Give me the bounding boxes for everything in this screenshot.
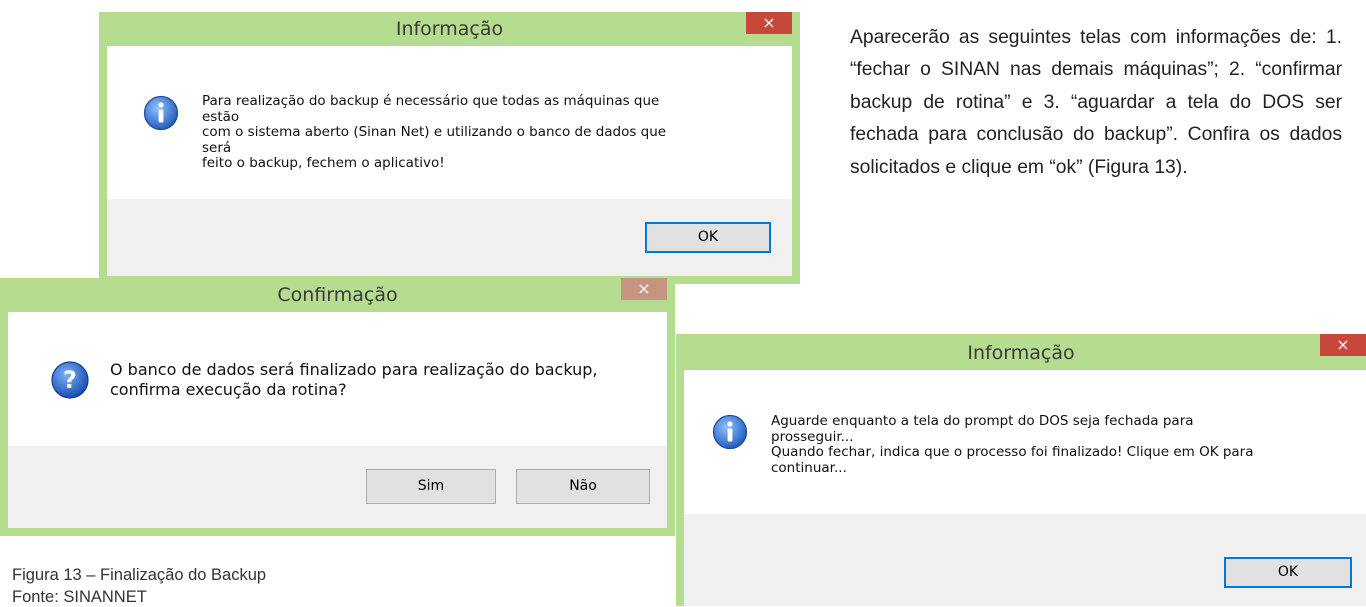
dialog-message: Para realização do backup é necessário q…	[202, 93, 667, 171]
info-icon	[143, 95, 179, 131]
info-dialog-wait-dos: Informação × Aguarde enquanto a tela do …	[676, 334, 1366, 606]
dialog-body: ? O banco de dados será finalizado para …	[8, 312, 667, 446]
close-button[interactable]: ×	[746, 12, 792, 34]
no-button[interactable]: Não	[516, 469, 650, 504]
dialog-message: O banco de dados será finalizado para re…	[110, 360, 598, 399]
dialog-footer: Sim Não	[8, 446, 667, 528]
dialog-title: Informação	[967, 342, 1075, 364]
dialog-message: Aguarde enquanto a tela do prompt do DOS…	[771, 413, 1254, 476]
yes-button[interactable]: Sim	[366, 469, 496, 504]
svg-text:?: ?	[63, 366, 77, 394]
ok-button[interactable]: OK	[1224, 557, 1352, 588]
dialog-footer: OK	[684, 514, 1366, 606]
question-icon: ?	[51, 361, 89, 399]
close-button[interactable]: ×	[621, 278, 667, 300]
dialog-footer: OK	[107, 199, 792, 276]
confirm-dialog: Confirmação × ? O banco de dados será fi…	[0, 278, 675, 536]
figure-source: Fonte: SINANNET	[12, 588, 147, 606]
ok-button[interactable]: OK	[645, 222, 771, 253]
dialog-title: Informação	[395, 18, 504, 40]
dialog-body: Aguarde enquanto a tela do prompt do DOS…	[684, 370, 1366, 514]
title-bar[interactable]: Informação ×	[676, 334, 1366, 370]
info-dialog-backup-warning: Informação × Para realização do backup é…	[99, 12, 800, 284]
close-button[interactable]: ×	[1320, 334, 1366, 356]
instruction-paragraph: Aparecerão as seguintes telas com inform…	[850, 27, 1342, 178]
title-bar[interactable]: Informação ×	[99, 12, 800, 46]
dialog-title: Confirmação	[277, 284, 398, 306]
figure-caption: Figura 13 – Finalização do Backup	[12, 566, 267, 584]
title-bar[interactable]: Confirmação ×	[0, 278, 675, 312]
info-icon	[712, 414, 748, 450]
dialog-body: Para realização do backup é necessário q…	[107, 46, 792, 199]
